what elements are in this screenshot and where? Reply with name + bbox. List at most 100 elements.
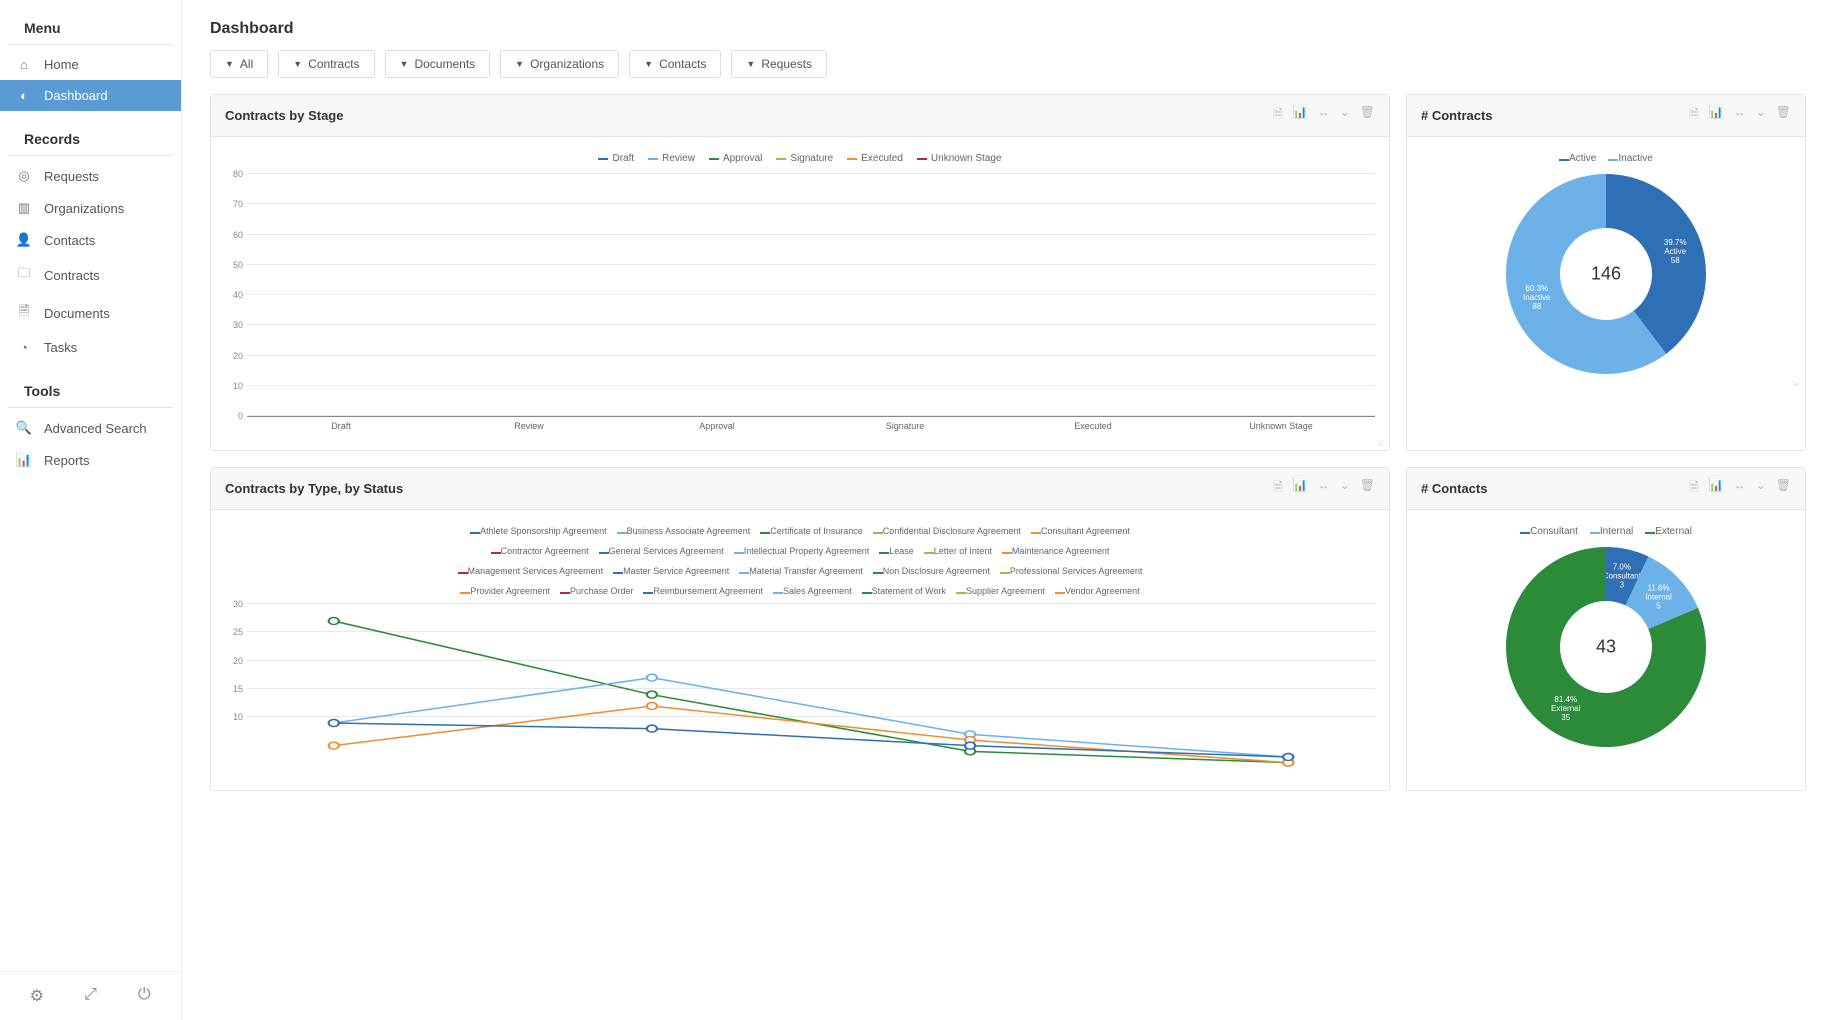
line-series[interactable] [334, 621, 1288, 763]
line-series[interactable] [334, 706, 1288, 763]
settings-icon[interactable]: ⚙ [27, 986, 47, 1006]
resize-grip[interactable]: ⇲ [1792, 379, 1799, 388]
chart-icon[interactable]: 📊 [1709, 105, 1724, 126]
line-point[interactable] [965, 742, 975, 749]
sidebar-item-label: Documents [44, 306, 110, 321]
export-pdf-icon[interactable]: 🗎 [1273, 105, 1283, 126]
trash-icon[interactable]: 🗑 [1776, 478, 1791, 499]
line-point[interactable] [1283, 754, 1293, 761]
line-point[interactable] [329, 720, 339, 727]
legend-swatch [1002, 552, 1012, 554]
legend-label: Maintenance Agreement [1012, 546, 1110, 556]
legend-item[interactable]: Confidential Disclosure Agreement [873, 526, 1021, 536]
trash-icon[interactable]: 🗑 [1360, 105, 1375, 126]
widget-title: Contracts by Stage [225, 108, 343, 123]
legend-item[interactable]: Consultant Agreement [1031, 526, 1130, 536]
sidebar-item-reports[interactable]: 📊Reports [0, 444, 181, 476]
filter-all-button[interactable]: ▼All [210, 50, 268, 78]
legend-item[interactable]: Draft [598, 153, 634, 164]
legend-item[interactable]: Provider Agreement [460, 586, 550, 596]
legend-item[interactable]: Sales Agreement [773, 586, 852, 596]
legend-item[interactable]: Material Transfer Agreement [739, 566, 863, 576]
legend-item[interactable]: Signature [776, 153, 833, 164]
legend-item[interactable]: Business Associate Agreement [617, 526, 751, 536]
expand-icon[interactable]: ⤢ [80, 986, 100, 1006]
line-point[interactable] [647, 691, 657, 698]
legend-item[interactable]: Reimbursement Agreement [643, 586, 763, 596]
sidebar-item-contracts[interactable]: 🗀Contracts [0, 256, 181, 294]
legend-label: Contractor Agreement [501, 546, 589, 556]
filter-contacts-button[interactable]: ▼Contacts [629, 50, 721, 78]
chart-icon[interactable]: 📊 [1709, 478, 1724, 499]
legend-item[interactable]: Executed [847, 153, 903, 164]
line-point[interactable] [647, 674, 657, 681]
legend-item[interactable]: Supplier Agreement [956, 586, 1045, 596]
legend-item[interactable]: Certificate of Insurance [760, 526, 863, 536]
chevron-down-icon[interactable]: ⌄ [1340, 105, 1350, 126]
sidebar-item-tasks[interactable]: ◔Tasks [0, 332, 181, 363]
expand-h-icon[interactable]: ↔ [1734, 478, 1746, 499]
legend-item[interactable]: General Services Agreement [599, 546, 724, 556]
y-tick: 60 [233, 230, 243, 240]
legend-item[interactable]: Purchase Order [560, 586, 634, 596]
sidebar-item-advanced-search[interactable]: 🔍Advanced Search [0, 412, 181, 444]
file-icon: 🗎 [16, 302, 32, 324]
legend-item[interactable]: External [1645, 526, 1692, 537]
chart-icon[interactable]: 📊 [1293, 105, 1308, 126]
legend-item[interactable]: Statement of Work [862, 586, 946, 596]
legend-item[interactable]: Letter of Intent [924, 546, 992, 556]
chevron-down-icon[interactable]: ⌄ [1756, 105, 1766, 126]
sidebar-item-dashboard[interactable]: ◐Dashboard [0, 80, 181, 111]
legend-swatch [862, 592, 872, 594]
resize-grip[interactable]: ⇲ [1376, 439, 1383, 448]
line-point[interactable] [329, 618, 339, 625]
filter-icon: ▼ [293, 59, 302, 69]
trash-icon[interactable]: 🗑 [1360, 478, 1375, 499]
legend-swatch [1000, 572, 1010, 574]
sidebar-item-label: Requests [44, 169, 99, 184]
sidebar-item-organizations[interactable]: ▥Organizations [0, 192, 181, 224]
sidebar-item-requests[interactable]: ◎Requests [0, 160, 181, 192]
chevron-down-icon[interactable]: ⌄ [1340, 478, 1350, 499]
legend-item[interactable]: Unknown Stage [917, 153, 1002, 164]
legend-item[interactable]: Lease [879, 546, 914, 556]
legend-item[interactable]: Professional Services Agreement [1000, 566, 1143, 576]
legend-item[interactable]: Management Services Agreement [458, 566, 604, 576]
expand-h-icon[interactable]: ↔ [1318, 478, 1330, 499]
chart-icon[interactable]: 📊 [1293, 478, 1308, 499]
sidebar-item-documents[interactable]: 🗎 Documents [0, 294, 181, 332]
filter-requests-button[interactable]: ▼Requests [731, 50, 827, 78]
legend-item[interactable]: Maintenance Agreement [1002, 546, 1110, 556]
legend-item[interactable]: Master Service Agreement [613, 566, 729, 576]
export-pdf-icon[interactable]: 🗎 [1689, 478, 1699, 499]
legend-swatch [873, 532, 883, 534]
line-point[interactable] [329, 742, 339, 749]
sidebar-item-contacts[interactable]: 👤Contacts [0, 224, 181, 256]
legend-item[interactable]: Approval [709, 153, 762, 164]
filter-documents-button[interactable]: ▼Documents [385, 50, 491, 78]
legend-item[interactable]: Active [1559, 153, 1596, 164]
export-pdf-icon[interactable]: 🗎 [1689, 105, 1699, 126]
trash-icon[interactable]: 🗑 [1776, 105, 1791, 126]
expand-h-icon[interactable]: ↔ [1734, 105, 1746, 126]
legend-item[interactable]: Contractor Agreement [491, 546, 589, 556]
legend-item[interactable]: Review [648, 153, 695, 164]
filter-organizations-button[interactable]: ▼Organizations [500, 50, 619, 78]
legend-item[interactable]: Internal [1590, 526, 1633, 537]
chevron-down-icon[interactable]: ⌄ [1756, 478, 1766, 499]
expand-h-icon[interactable]: ↔ [1318, 105, 1330, 126]
legend-item[interactable]: Athlete Sponsorship Agreement [470, 526, 607, 536]
search-icon: 🔍 [16, 420, 32, 436]
legend-item[interactable]: Intellectual Property Agreement [734, 546, 870, 556]
legend-item[interactable]: Non Disclosure Agreement [873, 566, 990, 576]
export-pdf-icon[interactable]: 🗎 [1273, 478, 1283, 499]
filter-contracts-button[interactable]: ▼Contracts [278, 50, 374, 78]
legend-item[interactable]: Vendor Agreement [1055, 586, 1140, 596]
sidebar-item-home[interactable]: ⌂Home [0, 49, 181, 80]
line-point[interactable] [647, 725, 657, 732]
line-series[interactable] [334, 678, 1288, 757]
power-icon[interactable]: ⏻ [134, 986, 154, 1006]
legend-item[interactable]: Consultant [1520, 526, 1578, 537]
legend-item[interactable]: Inactive [1608, 153, 1652, 164]
line-point[interactable] [647, 703, 657, 710]
